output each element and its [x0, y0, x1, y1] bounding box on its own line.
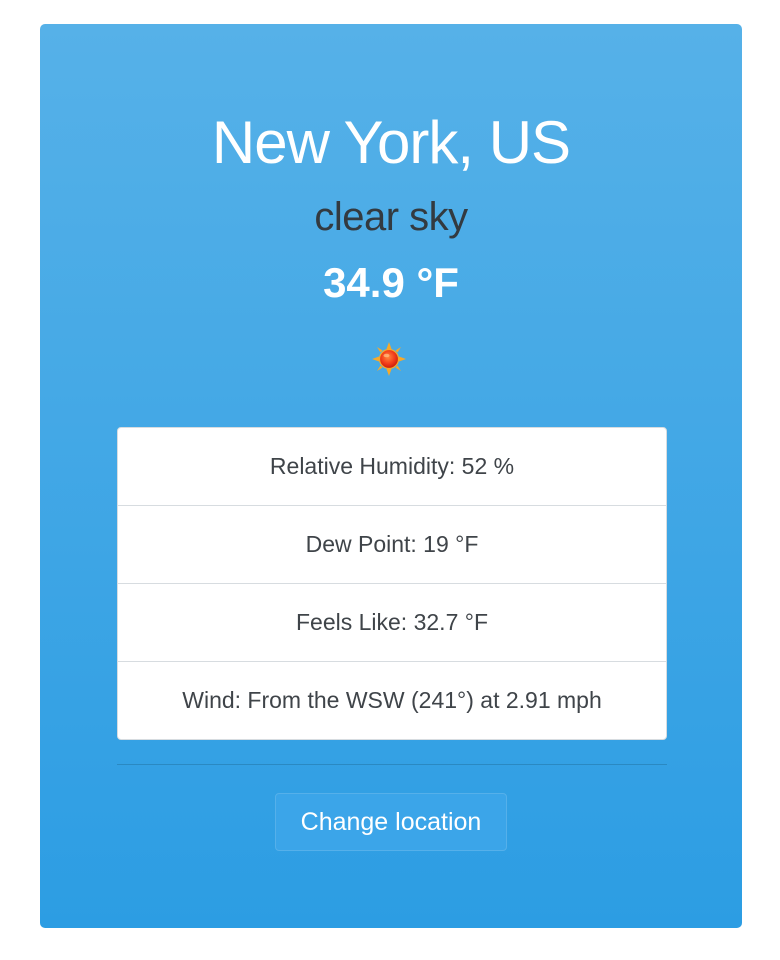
- location-title: New York, US: [211, 109, 571, 176]
- weather-condition: clear sky: [314, 195, 468, 239]
- feels-like-row: Feels Like: 32.7 °F: [118, 584, 666, 662]
- wind-row: Wind: From the WSW (241°) at 2.91 mph: [182, 687, 602, 713]
- weather-card: New York, US clear sky 34.9 °F Relative …: [40, 24, 742, 928]
- weather-details-list: Relative Humidity: 52 % Dew Point: 19 °F…: [117, 427, 667, 740]
- humidity-row: Relative Humidity: 52 %: [118, 428, 666, 506]
- change-location-button[interactable]: Change location: [275, 793, 507, 851]
- temperature-value: 34.9 °F: [323, 259, 459, 306]
- sun-icon: [371, 341, 407, 377]
- divider: [117, 764, 667, 765]
- dew-point-row: Dew Point: 19 °F: [118, 506, 666, 584]
